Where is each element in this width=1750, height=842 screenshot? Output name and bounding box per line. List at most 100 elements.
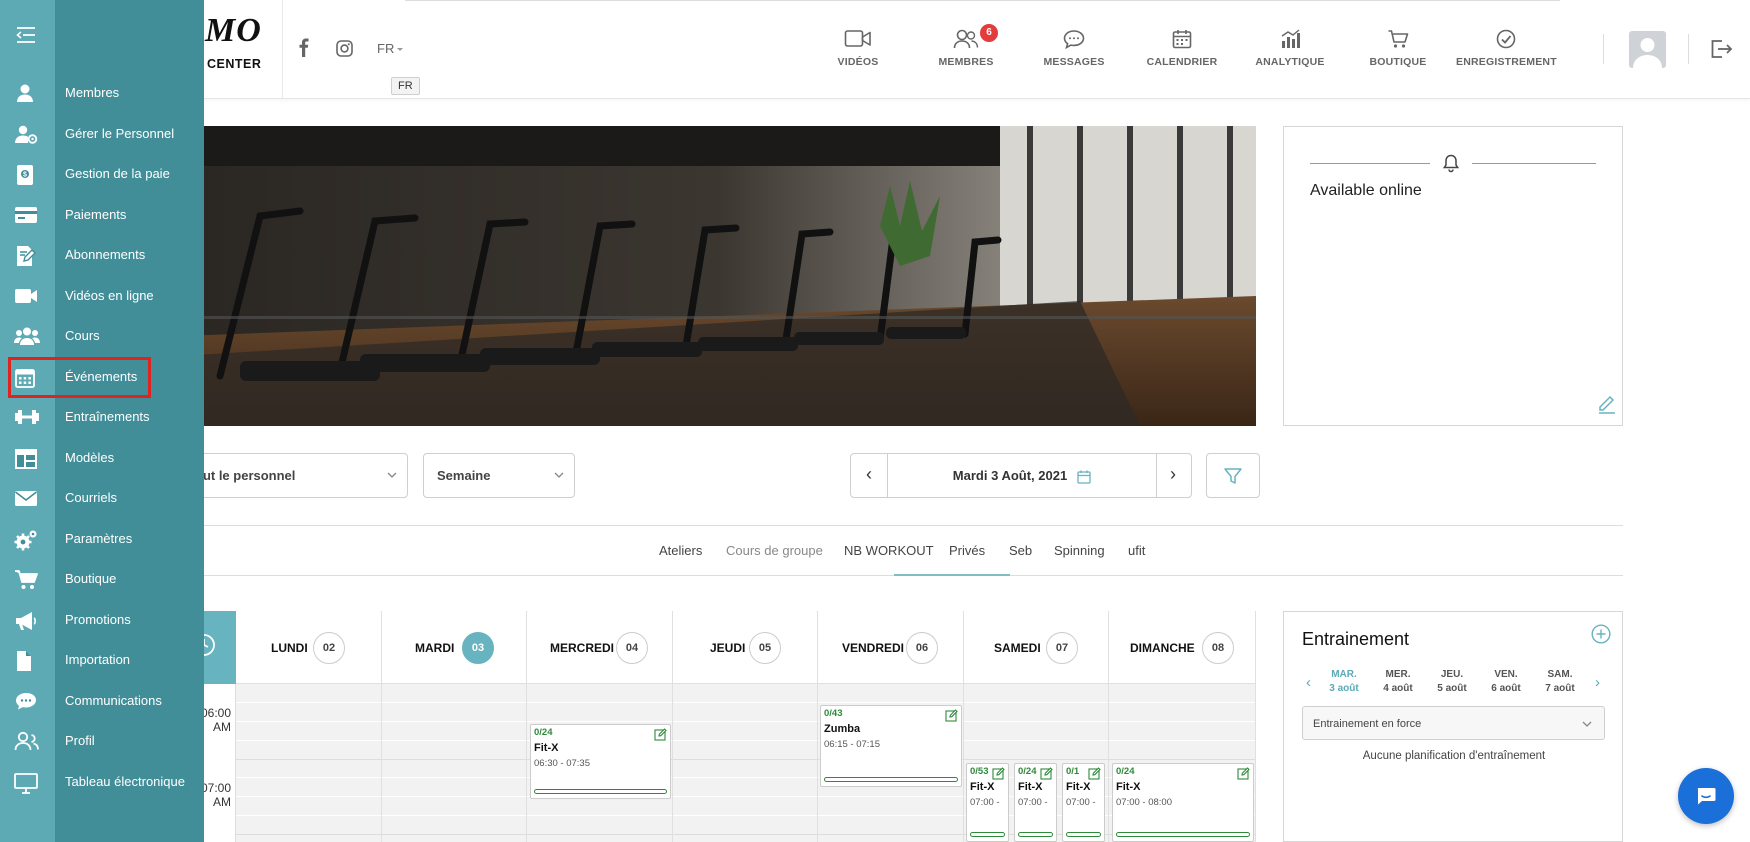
event-time: 07:00 -	[970, 797, 1000, 808]
nav-messages-label: MESSAGES	[1043, 56, 1105, 68]
sidebar-item-label: Cours	[65, 328, 100, 343]
members-icon	[953, 29, 979, 49]
filter-button[interactable]	[1206, 453, 1260, 498]
staff-icon	[14, 124, 38, 144]
tab-prives[interactable]: Privés	[949, 543, 985, 558]
edit-icon[interactable]	[1040, 767, 1053, 780]
top-divider	[405, 0, 1560, 1]
nav-calendar-label: CALENDRIER	[1146, 56, 1218, 68]
facebook-icon[interactable]	[297, 38, 311, 58]
group-icon	[14, 326, 40, 346]
comment-icon	[14, 691, 38, 711]
sidebar-item-modeles[interactable]: Modèles	[0, 439, 204, 477]
instagram-icon[interactable]	[336, 40, 353, 57]
event-capacity: 0/43	[824, 708, 843, 719]
file-icon	[14, 650, 38, 671]
next-day-icon[interactable]: ›	[1595, 674, 1600, 691]
available-online-title: Available online	[1310, 182, 1422, 199]
sidebar-item-videos-en-ligne[interactable]: Vidéos en ligne	[0, 277, 204, 315]
add-training-icon[interactable]	[1591, 624, 1611, 644]
event-card[interactable]: 0/24 Fit-X 07:00 - 08:00	[1112, 763, 1254, 842]
tab-cours-de-groupe[interactable]: Cours de groupe	[726, 543, 823, 558]
day-name: VENDREDI	[842, 641, 905, 655]
logout-icon[interactable]	[1709, 38, 1733, 60]
sidebar-item-importation[interactable]: Importation	[0, 641, 204, 679]
training-title: Entrainement	[1302, 629, 1410, 649]
event-card[interactable]: 0/53 Fit-X 07:00 -	[966, 763, 1009, 842]
tab-ateliers[interactable]: Ateliers	[659, 543, 702, 558]
grid-line	[381, 684, 382, 842]
day-header-vendredi[interactable]: VENDREDI 06	[818, 611, 964, 684]
sidebar-item-parametres[interactable]: Paramètres	[0, 520, 204, 558]
day-name: LUNDI	[271, 641, 308, 655]
user-icon	[14, 83, 38, 103]
edit-icon[interactable]	[1237, 767, 1250, 780]
day-header-mercredi[interactable]: MERCREDI 04	[527, 611, 673, 684]
nav-videos[interactable]: VIDÉOS	[808, 28, 908, 80]
profile-icon	[14, 731, 39, 751]
nav-calendar[interactable]: CALENDRIER	[1132, 28, 1232, 80]
nav-checkin[interactable]: ENREGISTREMENT	[1456, 28, 1557, 80]
training-day-jeu[interactable]: JEU. 5 août	[1427, 668, 1477, 696]
nav-messages[interactable]: MESSAGES	[1024, 28, 1124, 80]
training-type-select[interactable]: Entrainement en force	[1302, 706, 1605, 740]
staff-select[interactable]: out le personnel	[180, 453, 408, 498]
day-number: 07	[1046, 632, 1078, 664]
edit-icon[interactable]	[992, 767, 1005, 780]
tab-nb-workout[interactable]: NB WORKOUT	[844, 543, 934, 558]
menu-toggle-icon[interactable]	[15, 25, 37, 45]
edit-icon[interactable]	[945, 709, 958, 722]
tab-ufit[interactable]: ufit	[1128, 543, 1145, 558]
sidebar-item-communications[interactable]: Communications	[0, 682, 204, 720]
event-time: 07:00 -	[1018, 797, 1048, 808]
event-card[interactable]: 0/1 Fit-X 07:00 -	[1062, 763, 1105, 842]
chat-support-button[interactable]	[1678, 768, 1734, 824]
training-day-mer[interactable]: MER. 4 août	[1373, 668, 1423, 696]
sidebar-item-gerer-personnel[interactable]: Gérer le Personnel	[0, 115, 204, 153]
edit-icon[interactable]	[654, 728, 667, 741]
prev-week-button[interactable]: ‹	[851, 454, 887, 497]
day-header-samedi[interactable]: SAMEDI 07	[964, 611, 1109, 684]
view-select[interactable]: Semaine	[423, 453, 575, 498]
sidebar-item-paiements[interactable]: Paiements	[0, 196, 204, 234]
sidebar-item-boutique[interactable]: Boutique	[0, 560, 204, 598]
sidebar-item-courriels[interactable]: Courriels	[0, 479, 204, 517]
edit-icon[interactable]	[1597, 395, 1617, 415]
brand-logo[interactable]: MO	[205, 12, 262, 50]
day-header-mardi[interactable]: MARDI 03	[382, 611, 527, 684]
training-day-mar[interactable]: MAR. 3 août	[1319, 668, 1369, 696]
day-header-dimanche[interactable]: DIMANCHE 08	[1109, 611, 1256, 684]
event-card[interactable]: 0/24 Fit-X 06:30 - 07:35	[530, 724, 671, 799]
event-card[interactable]: 0/43 Zumba 06:15 - 07:15	[820, 705, 962, 787]
training-day-ven[interactable]: VEN. 6 août	[1481, 668, 1531, 696]
sidebar-item-entrainements[interactable]: Entraînements	[0, 398, 204, 436]
event-card[interactable]: 0/24 Fit-X 07:00 -	[1014, 763, 1057, 842]
sidebar-item-label: Communications	[65, 693, 162, 708]
language-select[interactable]: FR	[377, 41, 404, 56]
training-day-sam[interactable]: SAM. 7 août	[1535, 668, 1585, 696]
edit-icon[interactable]	[1088, 767, 1101, 780]
sidebar-item-tableau-electronique[interactable]: Tableau électronique	[0, 763, 204, 801]
sidebar-item-gestion-paie[interactable]: $ Gestion de la paie	[0, 155, 204, 193]
avatar[interactable]	[1629, 31, 1666, 68]
day-name: SAMEDI	[994, 641, 1041, 655]
tab-seb[interactable]: Seb	[1009, 543, 1032, 558]
sidebar-item-profil[interactable]: Profil	[0, 722, 204, 760]
top-bar: MO CENTER FR FR VIDÉOS MEMBRES 6 MESSAGE…	[0, 0, 1750, 99]
nav-analytics[interactable]: ANALYTIQUE	[1240, 28, 1340, 80]
active-tab-indicator	[894, 574, 1010, 576]
day-header-jeudi[interactable]: JEUDI 05	[673, 611, 818, 684]
sidebar-item-cours[interactable]: Cours	[0, 317, 204, 355]
prev-day-icon[interactable]: ‹	[1306, 674, 1311, 691]
nav-members[interactable]: MEMBRES	[916, 28, 1016, 80]
date-picker[interactable]: Mardi 3 Août, 2021	[887, 454, 1157, 497]
sidebar-item-membres[interactable]: Membres	[0, 74, 204, 112]
nav-divider	[1603, 34, 1604, 64]
day-name: MARDI	[415, 641, 455, 655]
next-week-button[interactable]: ›	[1155, 454, 1191, 497]
nav-shop[interactable]: BOUTIQUE	[1348, 28, 1448, 80]
sidebar-item-abonnements[interactable]: Abonnements	[0, 236, 204, 274]
day-header-lundi[interactable]: LUNDI 02	[236, 611, 382, 684]
tab-spinning[interactable]: Spinning	[1054, 543, 1105, 558]
sidebar-item-promotions[interactable]: Promotions	[0, 601, 204, 639]
